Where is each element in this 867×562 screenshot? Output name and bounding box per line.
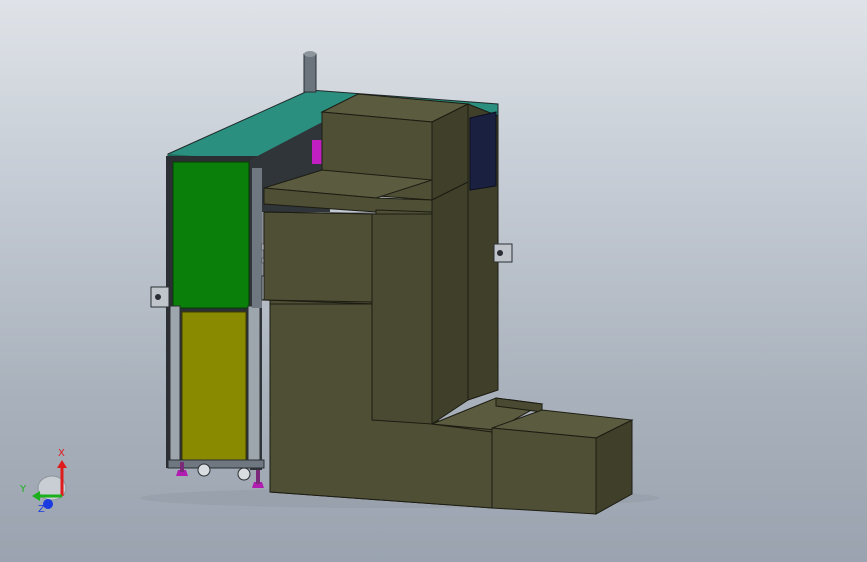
axis-x-arrow [57, 460, 67, 468]
exhaust-pipe-top [304, 51, 316, 57]
axis-y-arrow [32, 491, 40, 501]
model-viewport[interactable]: X Y Z [0, 0, 867, 562]
leveling-rod-1 [180, 462, 184, 472]
caster-wheel-2[interactable] [237, 467, 251, 481]
axis-x-label: X [58, 448, 65, 459]
green-door[interactable] [172, 161, 250, 309]
orientation-triad[interactable]: X Y Z [19, 448, 67, 515]
column-side [431, 181, 469, 425]
caster-wheel-1[interactable] [197, 463, 211, 477]
axis-y-label: Y [19, 484, 27, 495]
axis-z-label: Z [38, 504, 45, 515]
middle-column [371, 213, 433, 425]
bracket-hole-left [155, 294, 161, 300]
cad-scene[interactable]: X Y Z [0, 0, 867, 562]
frame-profile-mid [252, 168, 262, 308]
yellow-door[interactable] [181, 311, 247, 463]
frame-profile-right [247, 305, 261, 469]
extension-front [491, 427, 597, 515]
exhaust-pipe [303, 53, 317, 93]
frame-profile-left [169, 305, 181, 467]
navy-panel [469, 111, 497, 191]
leveling-rod-2 [256, 470, 260, 484]
bracket-hole-right [497, 250, 503, 256]
